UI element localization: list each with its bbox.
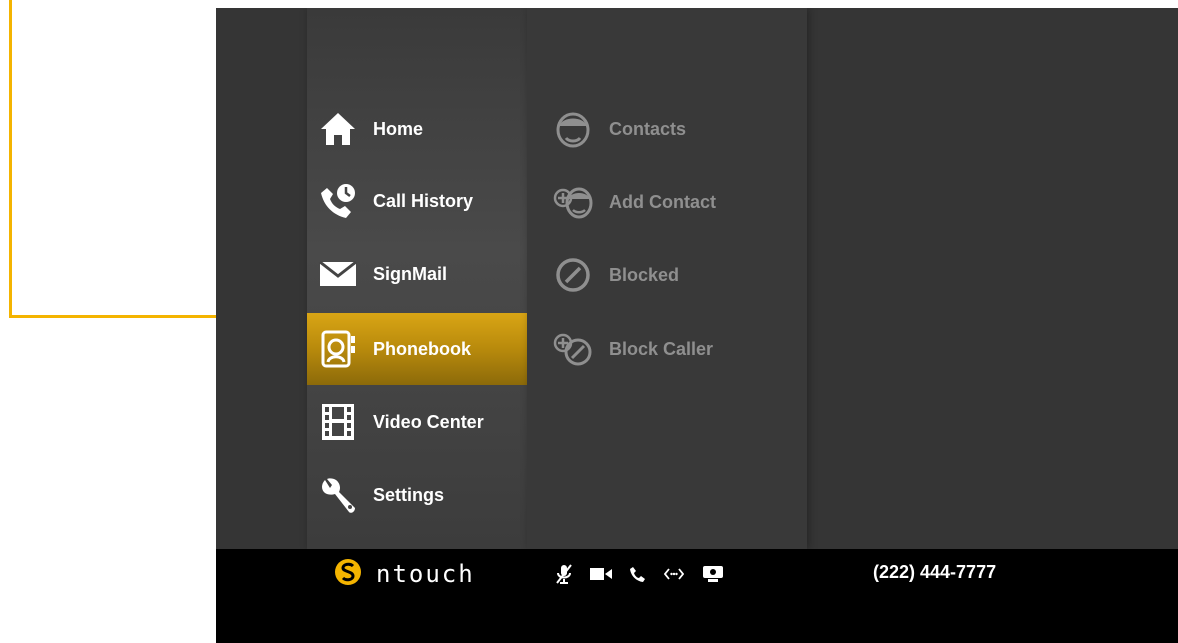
menu-item-label: SignMail [373, 263, 448, 284]
status-icons [556, 561, 724, 587]
brand-name: ntouch [376, 560, 475, 588]
contact-face-icon [553, 109, 593, 149]
phone-number: (222) 444-7777 [873, 562, 997, 582]
add-contact-icon [553, 182, 593, 222]
call-history-icon [319, 182, 357, 220]
blocked-icon [553, 255, 593, 295]
menu-item-home[interactable]: Home [307, 93, 527, 165]
menu-item-label: Call History [373, 190, 474, 211]
menu-item-settings[interactable]: Settings [307, 459, 527, 531]
film-icon [319, 403, 357, 441]
phonebook-icon [319, 330, 357, 368]
menu-item-label: Settings [373, 484, 445, 505]
main-menu: Home Call History SignMail Phonebook Vid… [307, 8, 527, 549]
display-icon[interactable] [702, 565, 724, 583]
network-icon[interactable] [664, 567, 684, 581]
menu-item-video-center[interactable]: Video Center [307, 386, 527, 458]
sorenson-logo-icon [334, 558, 362, 591]
status-bar: ntouch (222) 444-7777 [216, 549, 1178, 643]
callout-line-vertical [9, 0, 12, 318]
video-camera-icon[interactable] [590, 567, 612, 581]
submenu-item-label: Blocked [609, 264, 680, 285]
submenu-item-block-caller[interactable]: Block Caller [527, 313, 807, 385]
ntouch-logo: ntouch [334, 558, 475, 591]
submenu-item-label: Add Contact [609, 191, 716, 212]
phonebook-submenu: Contacts Add Contact Blocked Block Calle… [527, 8, 807, 549]
mic-muted-icon[interactable] [556, 564, 572, 584]
device-screen: Home Call History SignMail Phonebook Vid… [216, 8, 1178, 643]
menu-item-call-history[interactable]: Call History [307, 165, 527, 237]
menu-item-phonebook[interactable]: Phonebook [307, 313, 527, 385]
submenu-item-label: Contacts [609, 118, 687, 139]
submenu-item-add-contact[interactable]: Add Contact [527, 166, 807, 238]
submenu-item-contacts[interactable]: Contacts [527, 93, 807, 165]
submenu-item-blocked[interactable]: Blocked [527, 239, 807, 311]
wrench-icon [319, 476, 357, 514]
menu-item-label: Home [373, 118, 424, 139]
submenu-item-label: Block Caller [609, 338, 714, 359]
block-caller-icon [553, 329, 593, 369]
menu-item-label: Phonebook [373, 338, 471, 359]
menu-item-label: Video Center [373, 411, 484, 432]
phone-icon[interactable] [630, 566, 646, 582]
envelope-icon [319, 255, 357, 293]
home-icon [319, 110, 357, 148]
menu-item-signmail[interactable]: SignMail [307, 238, 527, 310]
